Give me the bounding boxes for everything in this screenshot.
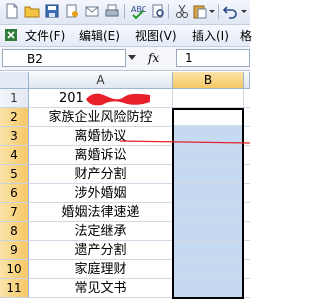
- new-file-icon[interactable]: [4, 3, 20, 19]
- email-icon[interactable]: [84, 3, 100, 19]
- standard-toolbar: ABC: [0, 0, 250, 25]
- insert-function-icon[interactable]: fx: [148, 51, 159, 65]
- cell-a4[interactable]: 离婚诉讼: [29, 146, 173, 165]
- menu-view[interactable]: 视图(V): [135, 28, 177, 44]
- cell-a9[interactable]: 遗产分割: [29, 241, 173, 260]
- cell-b11[interactable]: [173, 279, 244, 298]
- cell-a3[interactable]: 离婚协议: [29, 127, 173, 146]
- cell-b3[interactable]: [173, 127, 244, 146]
- cell-b1[interactable]: [173, 89, 244, 108]
- cell-a1[interactable]: 201: [29, 89, 173, 108]
- cell-b10[interactable]: [173, 260, 244, 279]
- cell-a2[interactable]: 家族企业风险防控: [29, 108, 173, 127]
- row-header-9[interactable]: 9: [0, 241, 29, 260]
- row-header-6[interactable]: 6: [0, 184, 29, 203]
- name-box-dropdown-icon[interactable]: [128, 55, 136, 60]
- row-header-2[interactable]: 2: [0, 108, 29, 127]
- cell-b7[interactable]: [173, 203, 244, 222]
- cell-b4[interactable]: [173, 146, 244, 165]
- cell-c4[interactable]: [244, 146, 250, 165]
- row-header-1[interactable]: 1: [0, 89, 29, 108]
- undo-icon[interactable]: [222, 3, 238, 19]
- undo-dropdown-icon[interactable]: [240, 3, 248, 19]
- open-folder-icon[interactable]: [24, 3, 40, 19]
- research-icon[interactable]: [150, 3, 166, 19]
- excel-document-icon[interactable]: [4, 28, 18, 42]
- cell-a10[interactable]: 家庭理财: [29, 260, 173, 279]
- name-box[interactable]: B2: [2, 49, 126, 67]
- column-header-b[interactable]: B: [173, 72, 244, 89]
- spell-check-icon[interactable]: ABC: [130, 3, 146, 19]
- cut-icon[interactable]: [174, 3, 190, 19]
- row-header-7[interactable]: 7: [0, 203, 29, 222]
- row-header-8[interactable]: 8: [0, 222, 29, 241]
- cell-a5[interactable]: 财产分割: [29, 165, 173, 184]
- cell-c5[interactable]: [244, 165, 250, 184]
- row-header-3[interactable]: 3: [0, 127, 29, 146]
- cell-a8[interactable]: 法定继承: [29, 222, 173, 241]
- cell-c3[interactable]: [244, 127, 250, 146]
- menu-file[interactable]: 文件(F): [25, 28, 65, 44]
- cell-c10[interactable]: [244, 260, 250, 279]
- toolbar-separator: [168, 4, 169, 19]
- row-header-10[interactable]: 10: [0, 260, 29, 279]
- worksheet-grid: A B 1 201 2 家族企业风险防控 3 离婚协议 4 离婚诉讼 5 财产分割 6 涉外婚姻 7 婚姻…: [0, 72, 250, 299]
- menu-format[interactable]: 格: [240, 28, 252, 44]
- cell-b8[interactable]: [173, 222, 244, 241]
- toolbar-separator: [124, 4, 125, 19]
- cell-b6[interactable]: [173, 184, 244, 203]
- cell-a6[interactable]: 涉外婚姻: [29, 184, 173, 203]
- row-header-11[interactable]: 11: [0, 279, 29, 298]
- column-header-c[interactable]: [244, 72, 250, 89]
- formula-bar: B2 fx 1: [0, 47, 250, 71]
- cell-c9[interactable]: [244, 241, 250, 260]
- menu-bar: 文件(F) 编辑(E) 视图(V) 插入(I) 格: [0, 25, 252, 47]
- cell-c11[interactable]: [244, 279, 250, 298]
- cell-c2[interactable]: [244, 108, 250, 127]
- select-all-button[interactable]: [0, 72, 29, 89]
- save-icon[interactable]: [44, 3, 60, 19]
- permission-icon[interactable]: [64, 3, 80, 19]
- cell-a11[interactable]: 常见文书: [29, 279, 173, 298]
- column-header-a[interactable]: A: [29, 72, 173, 89]
- cell-b2[interactable]: [173, 108, 244, 127]
- cell-c6[interactable]: [244, 184, 250, 203]
- menu-edit[interactable]: 编辑(E): [79, 28, 120, 44]
- cell-c7[interactable]: [244, 203, 250, 222]
- row-header-4[interactable]: 4: [0, 146, 29, 165]
- svg-text:ABC: ABC: [131, 5, 146, 14]
- print-icon[interactable]: [104, 3, 120, 19]
- cell-c1[interactable]: [244, 89, 250, 108]
- cell-c8[interactable]: [244, 222, 250, 241]
- paste-icon[interactable]: [192, 3, 208, 19]
- cell-b9[interactable]: [173, 241, 244, 260]
- cell-a7[interactable]: 婚姻法律速递: [29, 203, 173, 222]
- toolbar-separator: [218, 4, 219, 19]
- paste-dropdown-icon[interactable]: [208, 3, 216, 19]
- menu-insert[interactable]: 插入(I): [192, 28, 229, 44]
- cell-b5[interactable]: [173, 165, 244, 184]
- formula-input[interactable]: 1: [176, 49, 250, 67]
- row-header-5[interactable]: 5: [0, 165, 29, 184]
